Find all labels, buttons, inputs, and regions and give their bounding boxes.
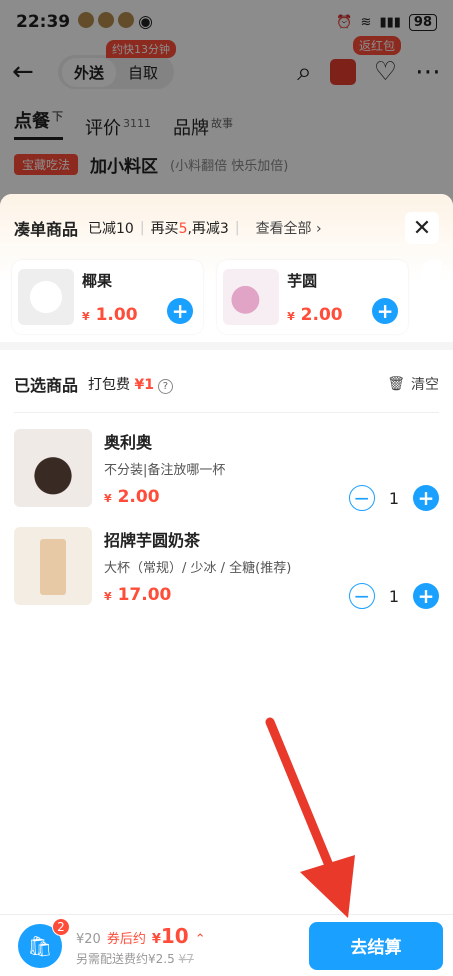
item-name: 招牌芋圆奶茶	[104, 531, 201, 550]
decrease-button[interactable]: −	[348, 485, 375, 511]
combo-item-coconut[interactable]: 椰果 ¥ 1.00 +	[12, 260, 204, 334]
taro-ball-image	[223, 269, 280, 325]
add-button[interactable]: +	[167, 298, 194, 324]
quantity-value: 1	[388, 586, 399, 606]
selected-title: 已选商品	[14, 376, 79, 395]
original-total: ¥20	[76, 932, 101, 947]
cart-item: 招牌芋圆奶茶 大杯（常规）/ 少冰 / 全糖(推荐) ¥ 17.00 − 1 +	[14, 511, 439, 609]
combo-discount: 已减10	[88, 221, 134, 237]
item-price: ¥ 17.00	[104, 585, 172, 605]
final-total: ¥10	[151, 924, 189, 948]
checkout-button[interactable]: 去结算	[309, 921, 443, 970]
delivery-fee-original: ¥7	[178, 952, 194, 966]
quantity-stepper: − 1 +	[348, 583, 439, 609]
item-spec: 不分装|备注放哪一杯	[104, 463, 226, 478]
shopping-bag-icon: 🛍	[27, 933, 53, 958]
packing-fee: 打包费 ¥1?	[88, 374, 173, 394]
cart-item: 奥利奥 不分装|备注放哪一杯 ¥ 2.00 − 1 +	[14, 413, 439, 511]
combo-item-taro-ball[interactable]: 芋圆 ¥ 2.00 +	[217, 260, 409, 334]
help-icon[interactable]: ?	[157, 379, 173, 394]
item-price: ¥ 2.00	[104, 487, 160, 507]
coconut-image	[18, 269, 74, 325]
trash-icon: 🗑	[387, 376, 405, 392]
add-button[interactable]: +	[372, 298, 399, 324]
combo-title: 凑单商品	[14, 220, 79, 239]
decrease-button[interactable]: −	[348, 583, 375, 609]
price-summary[interactable]: ¥20 券后约 ¥10 ⌃ 另需配送费约¥2.5 ¥7	[76, 924, 206, 967]
chevron-right-icon: ›	[316, 221, 322, 237]
item-spec: 大杯（常规）/ 少冰 / 全糖(推荐)	[104, 561, 292, 576]
quantity-stepper: − 1 +	[348, 485, 439, 511]
see-all-link[interactable]: 查看全部 ›	[256, 218, 322, 238]
combo-section: 凑单商品 已减10 | 再买5,再减3 | 查看全部 › ✕ 椰果 ¥ 1.00…	[0, 194, 453, 342]
checkout-bar: 🛍 2 ¥20 券后约 ¥10 ⌃ 另需配送费约¥2.5 ¥7 去结算	[0, 914, 453, 976]
combo-item-price: ¥ 2.00	[287, 304, 343, 325]
cart-button[interactable]: 🛍 2	[18, 917, 70, 968]
close-button[interactable]: ✕	[405, 212, 439, 244]
increase-button[interactable]: +	[413, 485, 439, 511]
cart-count-badge: 2	[52, 917, 70, 936]
close-icon: ✕	[412, 215, 432, 241]
combo-buy-more: 再买5,再减3	[150, 221, 229, 237]
clear-cart-button[interactable]: 🗑 清空	[387, 374, 439, 394]
cart-sheet: 凑单商品 已减10 | 再买5,再减3 | 查看全部 › ✕ 椰果 ¥ 1.00…	[0, 194, 453, 976]
combo-item-name: 椰果	[82, 271, 113, 290]
item-name: 奥利奥	[104, 433, 153, 452]
selected-items-section: 已选商品 打包费 ¥1? 🗑 清空 奥利奥 不分装|备注放哪一杯 ¥ 2.00 −…	[0, 342, 453, 609]
increase-button[interactable]: +	[413, 583, 439, 609]
delivery-fee-note: 另需配送费约¥2.5	[76, 952, 175, 966]
combo-item-partial[interactable]	[422, 260, 441, 334]
milk-tea-image	[14, 527, 92, 605]
combo-item-price: ¥ 1.00	[82, 304, 138, 325]
combo-item-name: 芋圆	[287, 271, 318, 290]
quantity-value: 1	[388, 488, 399, 508]
chevron-up-icon: ⌃	[194, 932, 206, 947]
oreo-image	[14, 429, 92, 507]
coupon-label: 券后约	[106, 932, 146, 947]
